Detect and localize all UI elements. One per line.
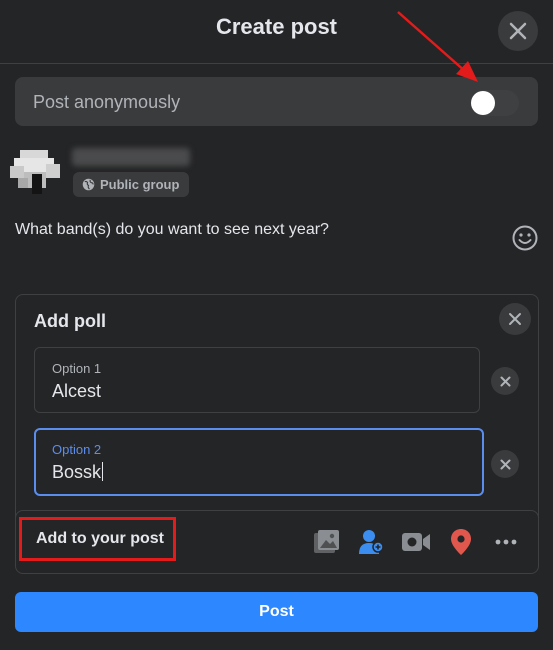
toggle-knob	[471, 91, 495, 115]
more-options-button[interactable]	[491, 527, 521, 557]
globe-icon	[82, 178, 95, 191]
tag-people-icon	[359, 530, 384, 554]
author-name-blurred	[72, 148, 190, 166]
poll-option-1-label: Option 1	[52, 361, 102, 376]
header-divider	[0, 63, 553, 64]
text-caret	[102, 462, 104, 481]
remove-option-1-button[interactable]	[491, 367, 519, 395]
remove-option-2-button[interactable]	[491, 450, 519, 478]
audience-badge-label: Public group	[100, 177, 180, 192]
smiley-icon	[512, 225, 538, 251]
live-video-button[interactable]	[401, 527, 431, 557]
poll-option-2-value: Bossk	[52, 462, 102, 482]
add-to-post-label: Add to your post	[19, 517, 176, 561]
poll-option-2-label: Option 2	[52, 442, 102, 457]
location-button[interactable]	[446, 527, 476, 557]
poll-title: Add poll	[34, 311, 106, 331]
remove-poll-button[interactable]	[499, 303, 531, 335]
poll-panel: Add poll Option 1 Alcest Option 2 Bossk	[15, 294, 539, 526]
close-icon	[509, 313, 521, 325]
dialog-title: Create post	[215, 14, 338, 39]
emoji-button[interactable]	[511, 224, 539, 252]
close-icon	[500, 376, 510, 386]
post-button[interactable]: Post	[15, 592, 538, 632]
avatar	[10, 150, 60, 194]
poll-option-2-field[interactable]: Option 2 Bossk	[34, 428, 484, 496]
more-icon	[495, 539, 517, 545]
post-anonymously-toggle[interactable]	[471, 90, 519, 116]
audience-badge[interactable]: Public group	[73, 172, 190, 197]
post-anonymously-row: Post anonymously	[15, 77, 538, 126]
post-anonymously-label: Post anonymously	[33, 92, 181, 112]
close-icon	[509, 22, 527, 40]
post-text[interactable]: What band(s) do you want to see next yea…	[15, 221, 329, 239]
close-icon	[500, 459, 510, 469]
poll-option-1-value: Alcest	[52, 381, 102, 401]
poll-option-2-value-wrap: Bossk	[52, 462, 104, 483]
add-to-post-bar: Add to your post	[15, 510, 539, 574]
live-video-icon	[402, 533, 430, 551]
close-button[interactable]	[498, 11, 538, 51]
photo-video-button[interactable]	[312, 527, 342, 557]
photo-video-icon	[314, 530, 339, 553]
tag-people-button[interactable]	[356, 527, 386, 557]
location-icon	[451, 529, 471, 555]
poll-option-1-field[interactable]: Option 1 Alcest	[34, 347, 480, 413]
